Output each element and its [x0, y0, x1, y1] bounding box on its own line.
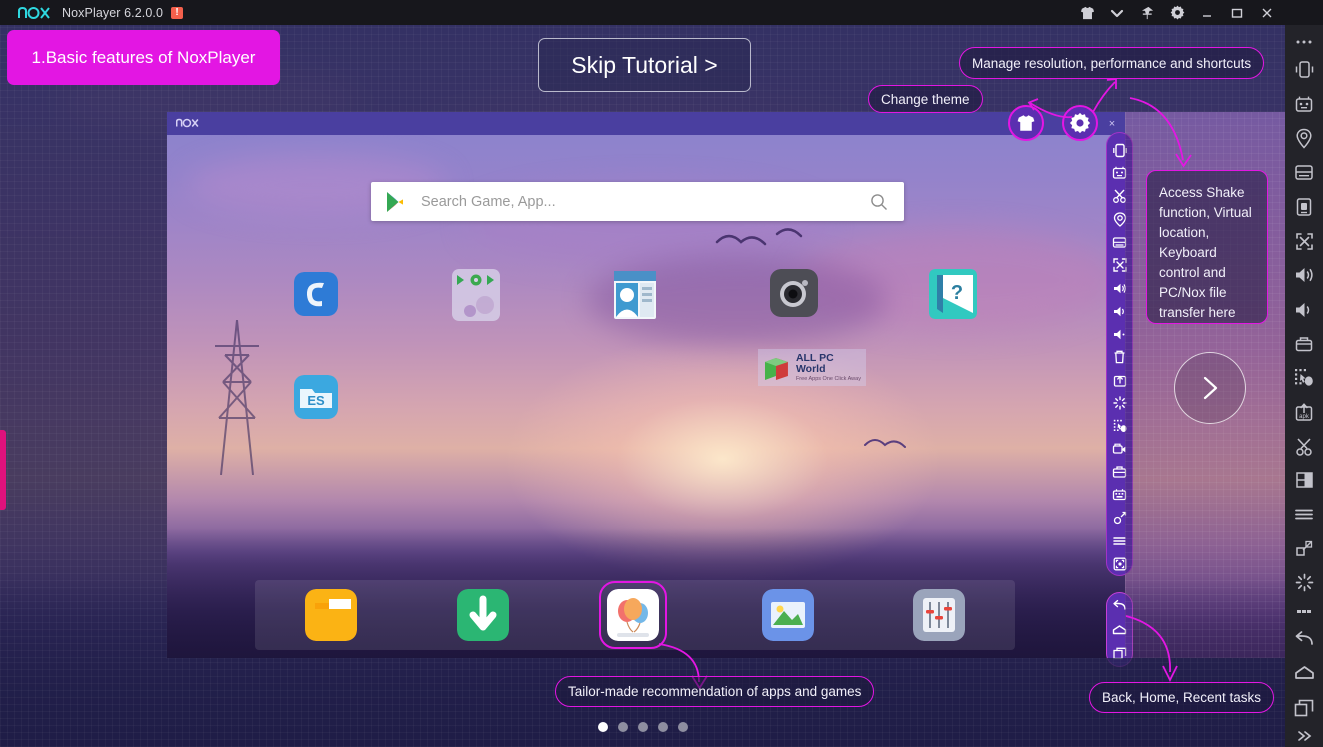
scissors-icon[interactable] — [1109, 185, 1131, 208]
emulator-nav-toolbar — [1106, 592, 1133, 667]
svg-text:?: ? — [951, 282, 963, 304]
shake-burst-icon[interactable] — [1109, 391, 1131, 414]
home-icon[interactable] — [1109, 618, 1131, 641]
app-icon-folder-google[interactable] — [452, 269, 500, 321]
emulator-pin-icon[interactable]: ⚲ — [1063, 117, 1081, 130]
emulator-logo-icon — [175, 115, 200, 133]
file-transfer-icon[interactable] — [1289, 190, 1319, 224]
bird-decoration-2 — [864, 439, 906, 448]
recent-tasks-icon[interactable] — [1289, 691, 1319, 725]
app-icon-contacts[interactable] — [612, 269, 658, 321]
bird-decoration — [715, 228, 803, 246]
watermark-logo-icon — [764, 357, 788, 380]
gear-icon[interactable] — [1162, 0, 1192, 25]
shake-icon[interactable] — [1109, 139, 1131, 162]
volume-up-icon[interactable] — [1109, 277, 1131, 300]
dock-icon-appstore[interactable] — [607, 589, 659, 641]
virtual-location-icon[interactable] — [1109, 208, 1131, 231]
search-bar[interactable]: Search Game, App... — [371, 182, 904, 221]
menu-icon[interactable] — [1109, 529, 1131, 552]
keymapping-icon[interactable] — [1109, 483, 1131, 506]
keyboard-control-icon[interactable] — [1109, 162, 1131, 185]
search-icon[interactable] — [870, 193, 888, 211]
app-icon-chrome[interactable] — [294, 272, 338, 316]
fullscreen-icon[interactable] — [1289, 224, 1319, 258]
emulator-close-icon[interactable]: × — [1103, 118, 1121, 130]
dock-icon-settings-mixer[interactable] — [913, 589, 965, 641]
maximize-icon[interactable] — [1222, 0, 1252, 25]
watermark-title: ALL PC World — [795, 351, 834, 375]
minimize-icon[interactable] — [1192, 0, 1222, 25]
macro-record-icon[interactable] — [1289, 361, 1319, 395]
macro-record-icon[interactable] — [1109, 414, 1131, 437]
app-icon-camera[interactable] — [770, 269, 818, 317]
rotate-icon[interactable] — [1109, 506, 1131, 529]
dock-icon-files[interactable] — [305, 589, 357, 641]
emulator-window-controls: ⚲ ‒ × — [1063, 112, 1121, 135]
keyboard-control-icon[interactable] — [1289, 87, 1319, 121]
dock-icon-gallery[interactable] — [762, 589, 814, 641]
search-input[interactable]: Search Game, App... — [421, 194, 870, 210]
app-root: NoxPlayer 6.2.0.0 ! ⚲ ‒ × Search Game, A… — [0, 0, 1323, 747]
close-icon[interactable] — [1252, 0, 1282, 25]
more-dots-icon[interactable] — [1289, 31, 1319, 53]
multi-window-icon[interactable] — [1289, 156, 1319, 190]
volume-up-icon[interactable] — [1289, 258, 1319, 292]
watermark-subtitle: Free Apps One Click Away — [795, 375, 861, 382]
video-record-icon[interactable] — [1109, 437, 1131, 460]
rail-divider-dots-icon — [1289, 600, 1319, 622]
emulator-window: ⚲ ‒ × Search Game, App... ? ES ALL PC Wo… — [167, 112, 1125, 658]
watermark: ALL PC World Free Apps One Click Away — [758, 349, 866, 386]
emulator-screen: Search Game, App... ? ES ALL PC World Fr… — [167, 135, 1125, 658]
nox-logo-icon — [18, 6, 52, 20]
window-controls — [1072, 0, 1282, 25]
video-record-icon[interactable] — [1289, 327, 1319, 361]
app-icon-help[interactable]: ? — [929, 269, 977, 319]
window-titlebar: NoxPlayer 6.2.0.0 ! — [0, 0, 1323, 25]
pylon-decoration-2 — [215, 320, 259, 475]
volume-mute-icon[interactable] — [1109, 323, 1131, 346]
volume-mid-icon[interactable] — [1109, 300, 1131, 323]
right-sidebar-rail: apk — [1285, 25, 1323, 747]
virtual-location-icon[interactable] — [1289, 122, 1319, 156]
emulator-minimize-icon[interactable]: ‒ — [1083, 118, 1101, 130]
recent-tasks-icon[interactable] — [1109, 642, 1131, 665]
install-apk-icon[interactable]: apk — [1289, 395, 1319, 429]
theme-tshirt-icon[interactable] — [1072, 0, 1102, 25]
back-icon[interactable] — [1289, 622, 1319, 656]
volume-down-icon[interactable] — [1289, 292, 1319, 326]
resize-icon[interactable] — [1289, 532, 1319, 566]
alert-badge: ! — [171, 6, 184, 19]
shake-icon[interactable] — [1289, 53, 1319, 87]
shake-burst-icon[interactable] — [1289, 566, 1319, 600]
chevron-down-icon[interactable] — [1102, 0, 1132, 25]
toolbox-icon[interactable] — [1109, 460, 1131, 483]
install-apk-icon[interactable] — [1109, 369, 1131, 392]
google-play-icon — [387, 191, 403, 212]
emulator-sidebar-toolbar — [1106, 132, 1133, 576]
svg-text:ES: ES — [307, 393, 325, 408]
emulator-titlebar: ⚲ ‒ × — [167, 112, 1125, 135]
layout-icon[interactable] — [1289, 463, 1319, 497]
multi-window-icon[interactable] — [1109, 231, 1131, 254]
home-icon[interactable] — [1289, 656, 1319, 690]
dock-icon-downloads[interactable] — [457, 589, 509, 641]
fullscreen-box-icon[interactable] — [1109, 552, 1131, 575]
svg-text:apk: apk — [1299, 414, 1310, 420]
back-icon[interactable] — [1109, 594, 1131, 617]
window-title: NoxPlayer 6.2.0.0 — [62, 5, 164, 20]
fullscreen-icon[interactable] — [1109, 254, 1131, 277]
app-icon-es-explorer[interactable]: ES — [294, 375, 338, 419]
trash-icon[interactable] — [1109, 346, 1131, 369]
menu-icon[interactable] — [1289, 497, 1319, 531]
collapse-icon[interactable] — [1289, 725, 1319, 747]
pin-icon[interactable] — [1132, 0, 1162, 25]
scissors-icon[interactable] — [1289, 429, 1319, 463]
